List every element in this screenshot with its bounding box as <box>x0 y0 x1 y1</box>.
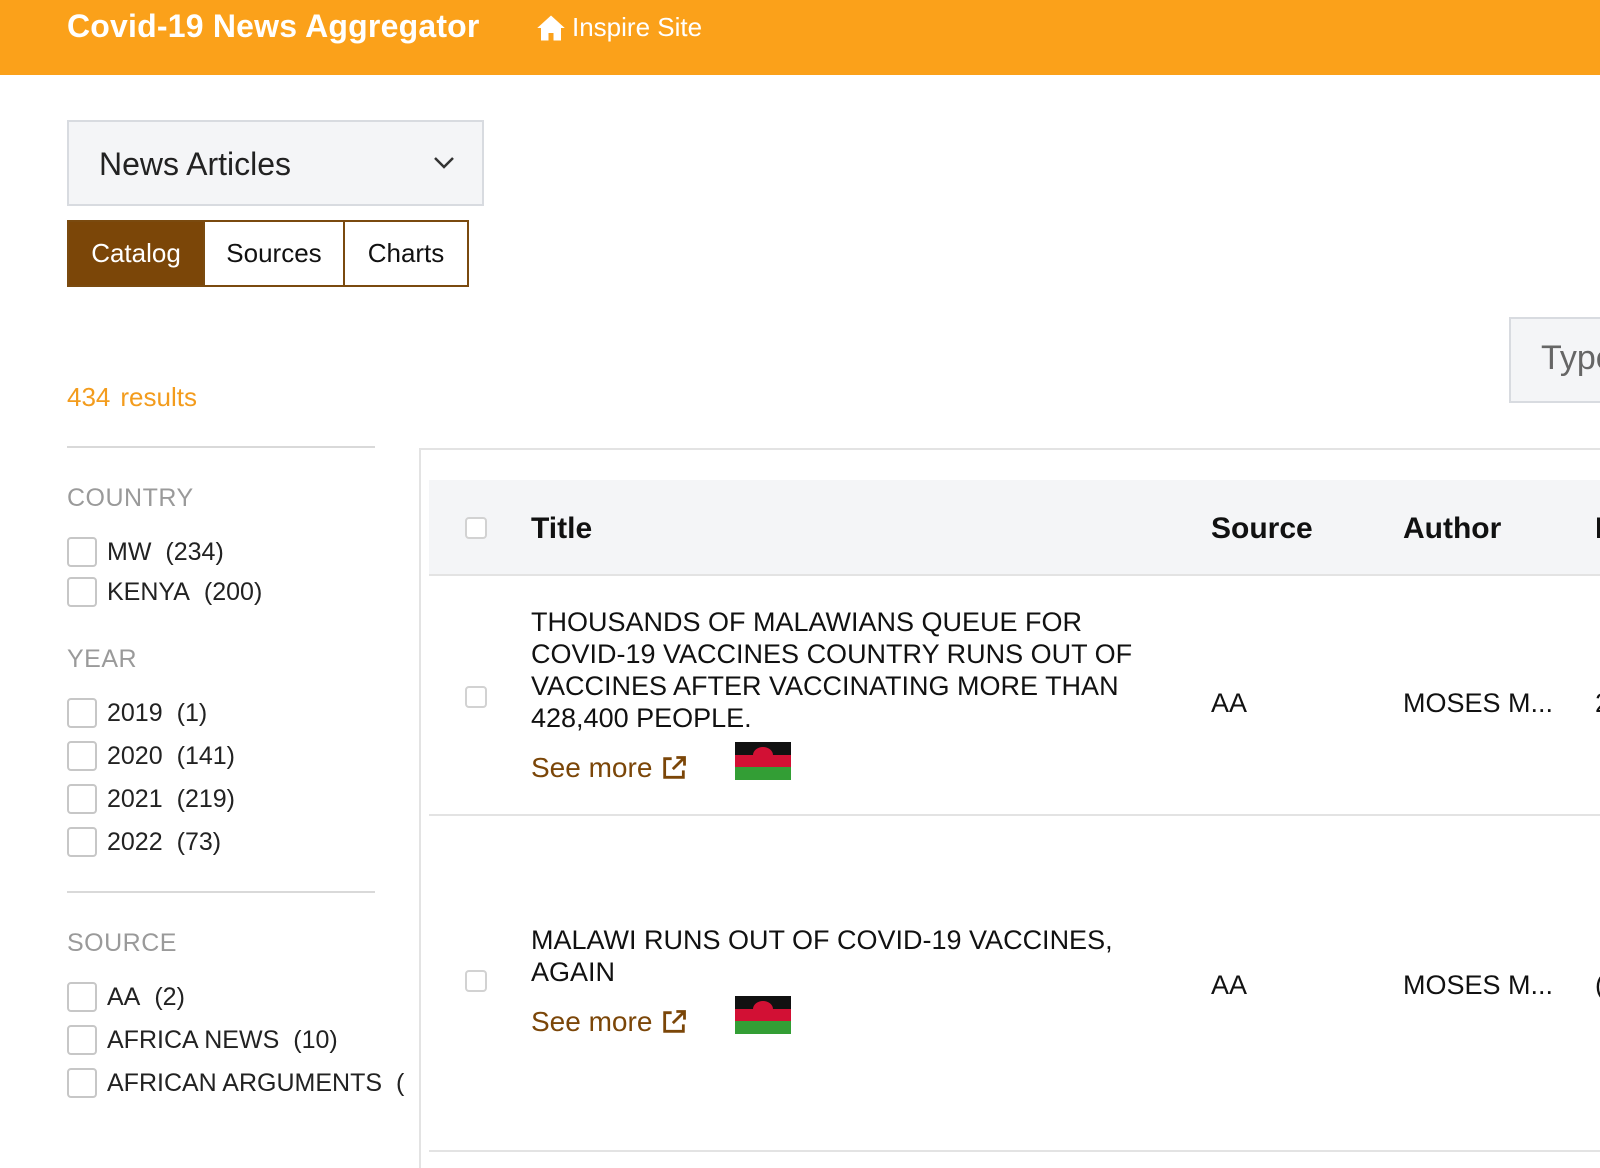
facet-item-label: AFRICAN ARGUMENTS <box>107 1068 383 1097</box>
checkbox[interactable] <box>67 1068 97 1098</box>
see-more-label: See more <box>531 1006 653 1037</box>
facet-item-count: (10) <box>293 1025 338 1054</box>
brand-title[interactable]: Covid-19 News Aggregator <box>67 8 480 45</box>
checkbox[interactable] <box>67 741 97 771</box>
search-field <box>1509 317 1600 403</box>
divider <box>67 891 375 893</box>
view-tabs: Catalog Sources Charts <box>67 220 469 287</box>
row-checkbox[interactable] <box>465 686 487 708</box>
external-link-icon <box>663 756 687 779</box>
facet-item-label: KENYA <box>107 577 190 606</box>
article-title: MALAWI RUNS OUT OF COVID-19 VACCINES, AG… <box>531 925 1113 987</box>
facet-title-source: SOURCE <box>67 929 177 957</box>
facet-item-label: 2020 <box>107 741 163 770</box>
external-link-icon <box>663 1010 687 1033</box>
results-number: 434 <box>67 382 111 412</box>
facet-title-year: YEAR <box>67 645 138 673</box>
tab-catalog[interactable]: Catalog <box>67 220 205 287</box>
facet-item-source-aa[interactable]: AA (2) <box>67 982 375 1012</box>
facet-item-label: AA <box>107 982 141 1011</box>
facet-item-label: 2021 <box>107 784 163 813</box>
table-header: Title Source Author I <box>429 480 1600 576</box>
divider <box>67 446 375 448</box>
row-checkbox[interactable] <box>465 970 487 992</box>
tab-sources[interactable]: Sources <box>205 220 345 287</box>
column-header-source[interactable]: Source <box>1211 512 1313 546</box>
checkbox[interactable] <box>67 577 97 607</box>
article-next-column: ( <box>1595 970 1600 1001</box>
facet-item-year-2021[interactable]: 2021 (219) <box>67 784 375 814</box>
facet-item-year-2019[interactable]: 2019 (1) <box>67 698 375 728</box>
checkbox[interactable] <box>67 784 97 814</box>
inspire-site-label: Inspire Site <box>572 12 703 42</box>
checkbox[interactable] <box>67 982 97 1012</box>
facet-item-count: (200) <box>203 577 263 606</box>
table-row: MALAWI RUNS OUT OF COVID-19 VACCINES, AG… <box>429 816 1600 1152</box>
facet-item-count: (2) <box>154 982 185 1011</box>
facet-item-count: (141) <box>176 741 235 770</box>
checkbox[interactable] <box>67 698 97 728</box>
article-author: MOSES M... <box>1403 970 1554 1000</box>
see-more-link[interactable]: See more <box>531 752 688 784</box>
checkbox[interactable] <box>67 827 97 857</box>
facet-title-country: COUNTRY <box>67 484 194 512</box>
facet-item-country-kenya[interactable]: KENYA (200) <box>67 577 375 607</box>
article-source: AA <box>1211 688 1248 718</box>
results-count: 434 results <box>67 382 197 413</box>
article-next-column: 2 <box>1595 688 1600 719</box>
search-input[interactable] <box>1541 339 1600 378</box>
table-row: THOUSANDS OF MALAWIANS QUEUE FOR COVID-1… <box>429 576 1600 816</box>
inspire-site-link[interactable]: Inspire Site <box>536 12 702 43</box>
facet-item-label: AFRICA NEWS <box>107 1025 280 1054</box>
facet-item-count: (1) <box>176 698 208 727</box>
article-source: AA <box>1211 970 1248 1000</box>
top-navbar: Covid-19 News Aggregator Inspire Site <box>0 0 1600 75</box>
tab-charts[interactable]: Charts <box>345 220 469 287</box>
dataset-select[interactable]: News Articles <box>67 120 484 206</box>
see-more-label: See more <box>531 752 653 783</box>
malawi-flag-icon <box>735 996 791 1034</box>
facet-item-label: 2022 <box>107 827 163 856</box>
select-all-checkbox[interactable] <box>465 517 487 539</box>
facet-item-source-african-arguments[interactable]: AFRICAN ARGUMENTS ( <box>67 1068 404 1098</box>
facet-item-country-mw[interactable]: MW (234) <box>67 537 375 567</box>
checkbox[interactable] <box>67 1025 97 1055</box>
column-header-author[interactable]: Author <box>1403 512 1501 546</box>
facet-item-count: (219) <box>176 784 235 813</box>
results-label: results <box>120 382 197 412</box>
facet-item-count: (234) <box>165 537 224 566</box>
dataset-select-value: News Articles <box>99 146 292 182</box>
see-more-link[interactable]: See more <box>531 1006 688 1038</box>
facet-item-year-2020[interactable]: 2020 (141) <box>67 741 375 771</box>
facet-item-label: 2019 <box>107 698 163 727</box>
filter-sidebar: COUNTRY MW (234) KENYA (200) YEAR 2019 (… <box>67 446 404 1098</box>
articles-table: Title Source Author I THOUSANDS OF MALAW… <box>419 448 1600 1168</box>
facet-item-label: MW <box>107 537 152 566</box>
malawi-flag-icon <box>735 742 791 780</box>
facet-item-count: ( <box>396 1068 405 1097</box>
article-author: MOSES M... <box>1403 688 1554 718</box>
article-title: THOUSANDS OF MALAWIANS QUEUE FOR COVID-1… <box>531 607 1133 733</box>
chevron-down-icon <box>434 157 454 169</box>
column-header-title[interactable]: Title <box>531 512 592 546</box>
facet-item-count: (73) <box>176 827 222 856</box>
column-header-next[interactable]: I <box>1595 512 1600 546</box>
facet-item-year-2022[interactable]: 2022 (73) <box>67 827 375 857</box>
checkbox[interactable] <box>67 537 97 567</box>
home-icon <box>537 15 565 40</box>
facet-item-source-africa-news[interactable]: AFRICA NEWS (10) <box>67 1025 375 1055</box>
